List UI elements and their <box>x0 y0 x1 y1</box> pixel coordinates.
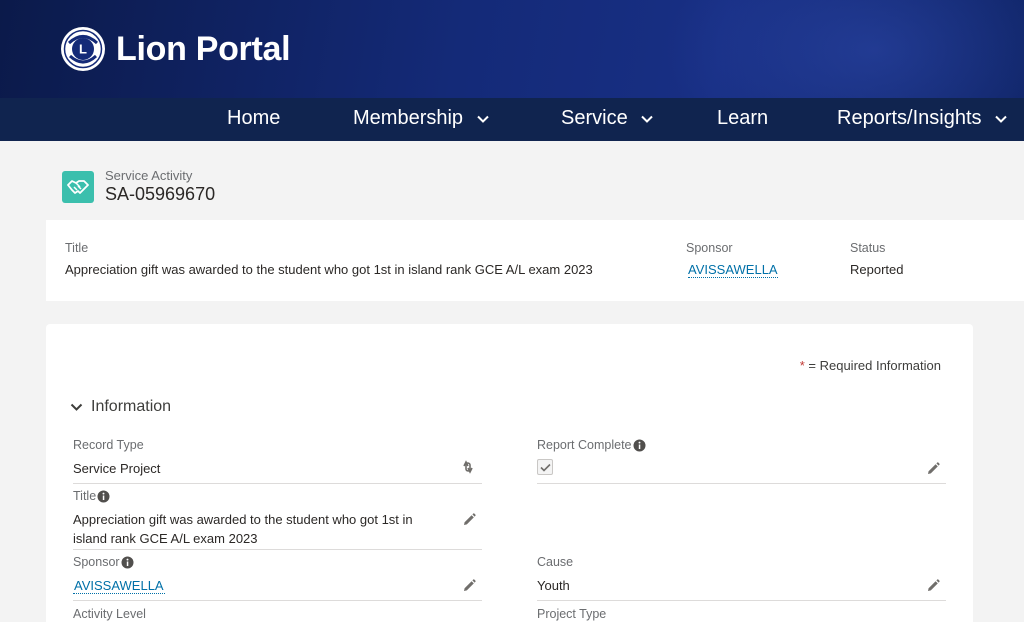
field-report-complete: Report Complete <box>537 438 946 484</box>
info-icon[interactable] <box>633 439 646 452</box>
report-complete-checkbox <box>537 459 553 475</box>
chevron-down-icon <box>641 115 653 123</box>
field-value: Youth <box>537 578 570 593</box>
chevron-down-icon <box>70 403 83 411</box>
portal-title: Lion Portal <box>116 29 291 68</box>
edit-pencil-icon[interactable] <box>462 579 476 593</box>
nav-membership-label: Membership <box>353 107 464 129</box>
field-divider <box>73 549 482 550</box>
record-object-label: Service Activity <box>105 168 193 183</box>
field-label-text: Sponsor <box>73 555 120 569</box>
info-icon[interactable] <box>121 556 134 569</box>
highlight-sponsor: Sponsor AVISSAWELLA <box>686 240 778 279</box>
field-value: Service Project <box>73 461 161 476</box>
brand[interactable]: L Lion Portal <box>60 26 291 72</box>
field-label-text: Title <box>73 489 97 503</box>
field-record-type: Record Type Service Project <box>73 438 482 484</box>
nav-service[interactable]: Service <box>561 98 653 141</box>
field-divider <box>537 483 946 484</box>
nav-learn[interactable]: Learn <box>717 98 768 141</box>
edit-pencil-icon[interactable] <box>926 579 940 593</box>
detail-card: * = Required Information Information Rec… <box>46 324 973 622</box>
top-banner: L Lion Portal <box>0 0 1024 98</box>
highlight-status-value: Reported <box>850 262 904 277</box>
nav-service-label: Service <box>561 107 628 129</box>
highlights-panel: Title Appreciation gift was awarded to t… <box>46 220 1024 301</box>
main-nav: Home Membership Service Learn Reports/In… <box>0 98 1024 141</box>
field-value: Appreciation gift was awarded to the stu… <box>73 510 482 548</box>
field-label: Sponsor <box>73 555 482 570</box>
field-divider <box>537 600 946 601</box>
field-divider <box>73 600 482 601</box>
required-text: = Required Information <box>804 358 941 373</box>
nav-home-label: Home <box>227 107 281 129</box>
field-title: Title Appreciation gift was awarded to t… <box>73 489 482 550</box>
field-label-text: Report Complete <box>537 438 632 452</box>
field-divider <box>73 483 482 484</box>
highlight-status-label: Status <box>850 241 886 255</box>
nav-reports-label: Reports/Insights <box>837 107 982 129</box>
svg-text:L: L <box>79 42 87 57</box>
field-label: Report Complete <box>537 438 946 453</box>
record-header: Service Activity SA-05969670 <box>62 168 215 205</box>
field-label: Cause <box>537 555 574 569</box>
highlight-sponsor-label: Sponsor <box>686 241 733 255</box>
highlight-status: Status Reported <box>850 240 903 279</box>
checkmark-icon <box>539 463 551 472</box>
section-title: Information <box>91 398 172 415</box>
highlight-title-value: Appreciation gift was awarded to the stu… <box>65 262 593 277</box>
edit-pencil-icon[interactable] <box>926 462 940 476</box>
section-toggle-information[interactable]: Information <box>70 398 171 416</box>
highlight-title: Title Appreciation gift was awarded to t… <box>65 240 593 279</box>
title-line-2: island rank GCE A/L exam 2023 <box>73 531 258 546</box>
field-activity-level: Activity Level <box>73 607 482 622</box>
field-sponsor: Sponsor AVISSAWELLA <box>73 555 482 601</box>
nav-home[interactable]: Home <box>227 98 280 141</box>
nav-reports-insights[interactable]: Reports/Insights <box>837 98 1007 141</box>
nav-membership[interactable]: Membership <box>353 98 489 141</box>
sponsor-link[interactable]: AVISSAWELLA <box>73 578 165 594</box>
field-cause: Cause Youth <box>537 555 946 601</box>
record-number: SA-05969670 <box>105 184 216 204</box>
field-label: Title <box>73 489 482 504</box>
chevron-down-icon <box>476 115 489 123</box>
lions-logo-icon: L <box>61 27 105 71</box>
field-value: AVISSAWELLA <box>73 576 482 595</box>
change-record-type-icon[interactable] <box>461 460 475 474</box>
highlight-sponsor-link[interactable]: AVISSAWELLA <box>688 262 778 278</box>
title-line-1: Appreciation gift was awarded to the stu… <box>73 512 413 527</box>
edit-pencil-icon[interactable] <box>462 513 476 527</box>
handshake-icon <box>62 170 94 203</box>
highlight-title-label: Title <box>65 241 89 255</box>
chevron-down-icon <box>995 115 1007 123</box>
field-label: Record Type <box>73 438 144 452</box>
banner-glow <box>664 0 1024 98</box>
field-project-type: Project Type <box>537 607 946 622</box>
nav-learn-label: Learn <box>717 107 769 129</box>
field-label: Activity Level <box>73 607 146 621</box>
info-icon[interactable] <box>97 490 110 503</box>
field-label: Project Type <box>537 607 607 621</box>
required-information-note: * = Required Information <box>800 358 941 373</box>
